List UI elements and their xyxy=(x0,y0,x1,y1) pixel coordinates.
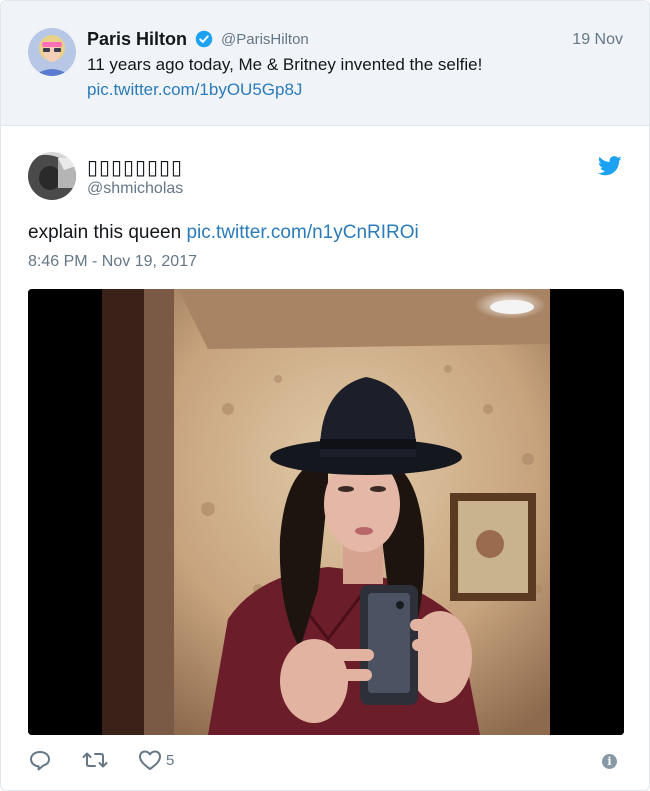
reply-button[interactable] xyxy=(28,748,52,772)
tweet-text: explain this queen pic.twitter.com/n1yCn… xyxy=(28,222,419,244)
author-name[interactable]: ▯▯▯▯▯▯▯▯ xyxy=(87,155,183,180)
quoted-author-handle[interactable]: @ParisHilton xyxy=(221,31,309,48)
retweet-icon xyxy=(82,752,108,768)
tweet-media-video[interactable] xyxy=(28,289,624,735)
quoted-tweet-link[interactable]: pic.twitter.com/1byOU5Gp8J xyxy=(87,80,302,100)
tweet-text-body: explain this queen xyxy=(28,222,182,243)
tweet-embed-card: Paris Hilton @ParisHilton 19 Nov 11 year… xyxy=(0,0,650,791)
verified-badge-icon xyxy=(195,30,213,48)
twitter-bird-icon[interactable] xyxy=(598,156,622,176)
info-icon[interactable]: i xyxy=(602,754,617,769)
author-handle[interactable]: @shmicholas xyxy=(87,180,183,198)
quoted-author-avatar[interactable] xyxy=(28,28,76,76)
reply-icon xyxy=(30,751,50,771)
like-count: 5 xyxy=(166,751,175,769)
author-avatar[interactable] xyxy=(28,152,76,200)
quoted-tweet[interactable]: Paris Hilton @ParisHilton 19 Nov 11 year… xyxy=(1,1,649,126)
tweet-actions: 5 xyxy=(28,747,204,773)
tweet-media-link[interactable]: pic.twitter.com/n1yCnRIROi xyxy=(186,222,418,243)
like-button[interactable]: 5 xyxy=(138,749,174,771)
quoted-tweet-text: 11 years ago today, Me & Britney invente… xyxy=(87,55,483,74)
retweet-button[interactable] xyxy=(82,749,108,771)
heart-icon xyxy=(139,750,161,770)
tweet-timestamp[interactable]: 8:46 PM - Nov 19, 2017 xyxy=(28,253,197,271)
quoted-author-name[interactable]: Paris Hilton xyxy=(87,29,187,50)
quoted-tweet-date[interactable]: 19 Nov xyxy=(572,31,623,49)
